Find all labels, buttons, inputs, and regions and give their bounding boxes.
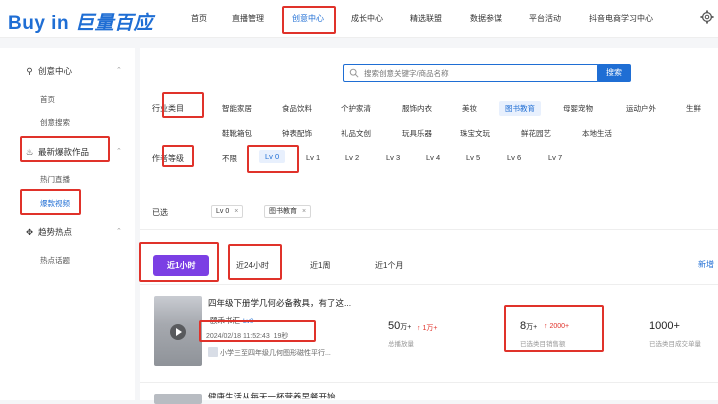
search-input[interactable] — [364, 65, 594, 81]
level-option[interactable]: Lv 4 — [426, 153, 440, 162]
industry-tag[interactable]: 钟表配饰 — [276, 126, 318, 141]
selected-chip[interactable]: 图书教育 × — [264, 205, 312, 218]
video-author[interactable]: 颐禾书汇 Lv0 — [210, 315, 253, 326]
sidebar-group-trending[interactable]: ✥ 趋势热点 — [24, 226, 72, 238]
product-icon — [208, 347, 218, 357]
buyin-logo[interactable]: Buy in 巨量百应 — [8, 8, 153, 35]
industry-tag[interactable]: 礼品文创 — [335, 126, 377, 141]
industry-tag[interactable]: 食品饮料 — [276, 101, 318, 116]
author-name: 颐禾书汇 — [210, 316, 240, 325]
author-level-label: 作者等级 — [152, 154, 184, 163]
play-icon[interactable] — [170, 324, 186, 340]
industry-filter-label: 行业类目 — [152, 104, 184, 113]
search-icon — [349, 68, 359, 78]
stat-play-count: 50万+ — [388, 320, 412, 332]
divider — [140, 229, 718, 230]
location-pin-icon: ⚲ — [26, 66, 33, 76]
video-duration: 19秒 — [273, 333, 289, 340]
industry-tag[interactable]: 珠宝文玩 — [454, 126, 496, 141]
stat-sales: 8万+ — [520, 320, 538, 332]
linked-product[interactable]: 小学三至四年级几何图形磁性平行... — [220, 348, 331, 358]
logo-text-en: Buy in — [8, 13, 70, 34]
level-option[interactable]: Lv 6 — [507, 153, 521, 162]
new-added-link[interactable]: 新增 — [698, 259, 714, 270]
selected-label: 已选 — [152, 208, 168, 217]
author-level-badge: Lv0 — [243, 318, 254, 325]
stat-sales-increase: ↑ 2000+ — [544, 323, 570, 330]
industry-tag[interactable]: 服饰内衣 — [396, 101, 438, 116]
industry-tag[interactable]: 鞋靴箱包 — [216, 126, 258, 141]
nav-home[interactable]: 首页 — [191, 13, 207, 24]
nav-data-advisor[interactable]: 数据参谋 — [470, 13, 502, 24]
sidebar-item-hot-topics[interactable]: 热点话题 — [40, 255, 70, 266]
settings-gear-icon[interactable] — [700, 10, 714, 24]
video-meta: 2024/02/18 11:52:43 19秒 — [206, 331, 288, 341]
publish-time: 2024/02/18 11:52:43 — [206, 333, 270, 340]
nav-growth-center[interactable]: 成长中心 — [351, 13, 383, 24]
sidebar-item-hit-videos[interactable]: 爆款视频 — [40, 198, 70, 209]
video-thumbnail[interactable] — [154, 394, 202, 404]
search-button[interactable]: 搜索 — [597, 64, 631, 82]
level-option[interactable]: Lv 5 — [466, 153, 480, 162]
time-tab-1h[interactable]: 近1小时 — [153, 255, 210, 276]
level-option[interactable]: Lv 1 — [306, 153, 320, 162]
chip-label: Lv 0 — [216, 208, 230, 215]
time-tab-1w[interactable]: 近1周 — [310, 260, 330, 271]
trend-icon: ✥ — [25, 227, 34, 237]
close-icon[interactable]: × — [302, 208, 306, 215]
video-thumbnail[interactable] — [154, 296, 202, 366]
time-tab-1m[interactable]: 近1个月 — [375, 260, 403, 271]
time-tab-24h[interactable]: 近24小时 — [236, 260, 269, 271]
industry-tag[interactable]: 玩具乐器 — [396, 126, 438, 141]
divider — [140, 284, 718, 285]
industry-tag[interactable]: 鲜花园艺 — [515, 126, 557, 141]
level-option[interactable]: Lv 2 — [345, 153, 359, 162]
sidebar-group-creative-center[interactable]: ⚲ 创意中心 — [24, 65, 72, 77]
close-icon[interactable]: × — [234, 208, 238, 215]
sidebar-group-label: 最新爆款作品 — [38, 147, 90, 157]
nav-creative-center[interactable]: 创意中心 — [292, 13, 324, 24]
industry-tag[interactable]: 个护家清 — [335, 101, 377, 116]
stat-sales-label: 已选类目销售额 — [520, 341, 566, 348]
level-option[interactable]: Lv 3 — [386, 153, 400, 162]
sidebar-item-home[interactable]: 首页 — [40, 94, 55, 105]
level-option-selected[interactable]: Lv 0 — [259, 150, 286, 163]
industry-tag[interactable]: 生鲜 — [680, 101, 707, 116]
stat-play-increase: ↑ 1万+ — [417, 325, 438, 332]
level-option[interactable]: Lv 7 — [548, 153, 562, 162]
search-field[interactable] — [343, 64, 599, 82]
chevron-up-icon[interactable]: ⌃ — [116, 66, 122, 74]
industry-tag[interactable]: 智能家居 — [216, 101, 258, 116]
chevron-up-icon[interactable]: ⌃ — [116, 147, 122, 155]
industry-tag-selected[interactable]: 图书教育 — [499, 101, 541, 116]
stat-orders: 1000+ — [649, 320, 680, 332]
industry-tag[interactable]: 本地生活 — [576, 126, 618, 141]
nav-platform-activity[interactable]: 平台活动 — [529, 13, 561, 24]
video-title[interactable]: 四年级下册学几何必备教具，有了这... — [208, 297, 351, 309]
chip-label: 图书教育 — [269, 208, 297, 215]
sidebar-group-label: 趋势热点 — [38, 227, 73, 237]
sidebar-item-hot-live[interactable]: 热门直播 — [40, 174, 70, 185]
nav-learning-center[interactable]: 抖音电商学习中心 — [589, 13, 653, 24]
selected-chip[interactable]: Lv 0 × — [211, 205, 244, 218]
industry-tag[interactable]: 运动户外 — [620, 101, 662, 116]
divider — [140, 382, 718, 383]
video-title[interactable]: 健康生活从每天一杯营养早餐开始 — [208, 391, 336, 398]
sidebar-item-creative-search[interactable]: 创意搜索 — [40, 117, 70, 128]
chevron-up-icon[interactable]: ⌃ — [116, 227, 122, 235]
sidebar-group-latest-hits[interactable]: ♨ 最新爆款作品 — [24, 146, 89, 158]
stat-orders-label: 已选类目成交单量 — [649, 341, 701, 348]
nav-live-management[interactable]: 直播管理 — [232, 13, 264, 24]
stat-play-label: 总播放量 — [388, 341, 414, 348]
main-content: 搜索 行业类目 智能家居 食品饮料 个护家清 服饰内衣 美妆 图书教育 母婴宠物… — [140, 48, 718, 404]
industry-tag[interactable]: 美妆 — [456, 101, 483, 116]
industry-tag[interactable]: 母婴宠物 — [557, 101, 599, 116]
nav-selected-alliance[interactable]: 精选联盟 — [410, 13, 442, 24]
sidebar-group-label: 创意中心 — [38, 66, 73, 76]
level-option[interactable]: 不限 — [222, 153, 237, 164]
top-navigation-bar: Buy in 巨量百应 首页 直播管理 创意中心 成长中心 精选联盟 数据参谋 平… — [0, 0, 718, 38]
flame-icon: ♨ — [25, 147, 34, 157]
sidebar: ⚲ 创意中心 ⌃ 首页 创意搜索 ♨ 最新爆款作品 ⌃ 热门直播 爆款视频 ✥ 趋势热… — [0, 48, 135, 400]
logo-text-cn: 巨量百应 — [75, 13, 154, 34]
